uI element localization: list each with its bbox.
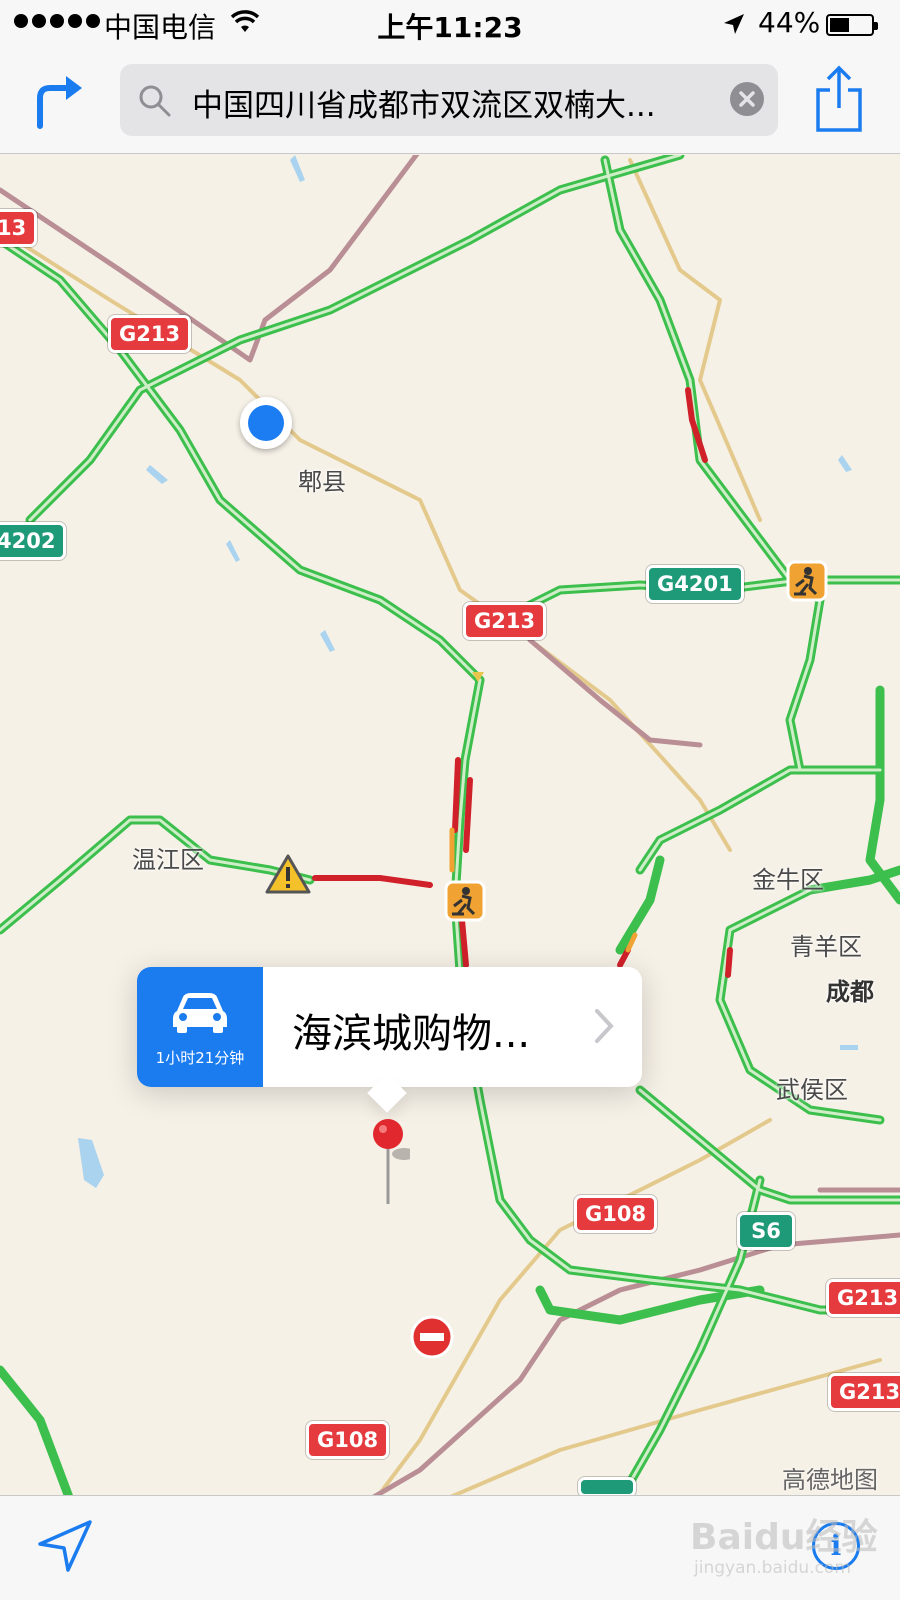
search-icon bbox=[139, 85, 171, 117]
battery-percentage: 44% bbox=[758, 6, 821, 39]
route-badge-g213: G213 bbox=[463, 602, 547, 640]
drive-directions-button[interactable]: 1小时21分钟 bbox=[137, 967, 263, 1087]
place-name: 海滨城购物... bbox=[292, 1011, 531, 1057]
place-label-qingyang: 青羊区 bbox=[790, 933, 862, 961]
route-badge-g108: G108 bbox=[574, 1195, 658, 1233]
share-icon[interactable] bbox=[812, 64, 866, 134]
place-label-wenjiang: 温江区 bbox=[132, 846, 204, 874]
place-label-chengdu: 成都 bbox=[826, 978, 874, 1006]
route-badge-g213: G213 bbox=[108, 315, 192, 353]
junction-marker-icon bbox=[472, 672, 484, 682]
place-label-wuhou: 武侯区 bbox=[776, 1076, 848, 1104]
route-badge-g4201: G4201 bbox=[646, 565, 744, 603]
chevron-right-icon[interactable] bbox=[593, 1007, 615, 1045]
search-field[interactable]: 中国四川省成都市双流区双楠大... bbox=[120, 64, 778, 136]
place-label-pixian: 郫县 bbox=[298, 468, 346, 496]
status-bar: 中国电信 上午11:23 44% bbox=[0, 0, 900, 50]
map-view[interactable]: 13 G213 4202 G213 G4201 G108 S6 G213 G21… bbox=[0, 155, 900, 1495]
battery-icon bbox=[826, 14, 878, 36]
destination-pin-icon[interactable] bbox=[370, 1118, 410, 1208]
map-attribution: 高德地图 bbox=[782, 1466, 878, 1494]
road-network bbox=[0, 155, 900, 1495]
search-query: 中国四川省成都市双流区双楠大... bbox=[192, 88, 656, 124]
place-callout[interactable]: 1小时21分钟 海滨城购物... bbox=[137, 967, 642, 1113]
watermark-url: jingyan.baidu.com bbox=[694, 1558, 851, 1578]
user-location-dot[interactable] bbox=[240, 397, 292, 449]
route-badge-g213: 13 bbox=[0, 209, 38, 247]
route-badge-partial bbox=[578, 1477, 636, 1495]
warning-icon[interactable] bbox=[264, 853, 312, 895]
current-location-arrow-icon[interactable] bbox=[36, 1518, 94, 1574]
route-badge-s6: S6 bbox=[737, 1212, 795, 1250]
place-label-jinniu: 金牛区 bbox=[752, 866, 824, 894]
route-badge-g4202: 4202 bbox=[0, 522, 67, 560]
watermark-brand: Baidu经验 bbox=[690, 1517, 878, 1558]
no-entry-icon[interactable] bbox=[410, 1315, 454, 1359]
location-services-icon bbox=[724, 14, 744, 34]
route-badge-g213: G213 bbox=[828, 1373, 900, 1411]
travel-time: 1小时21分钟 bbox=[155, 1049, 245, 1067]
clear-icon[interactable] bbox=[730, 82, 764, 116]
road-work-icon[interactable] bbox=[786, 560, 828, 602]
navigation-bar: 中国四川省成都市双流区双楠大... bbox=[0, 50, 900, 154]
road-work-icon[interactable] bbox=[444, 880, 486, 922]
route-badge-g108: G108 bbox=[306, 1421, 390, 1459]
car-icon bbox=[173, 993, 227, 1033]
baidu-watermark: Baidu经验 jingyan.baidu.com bbox=[690, 1508, 880, 1588]
directions-icon[interactable] bbox=[30, 70, 86, 130]
route-badge-g213: G213 bbox=[826, 1279, 900, 1317]
